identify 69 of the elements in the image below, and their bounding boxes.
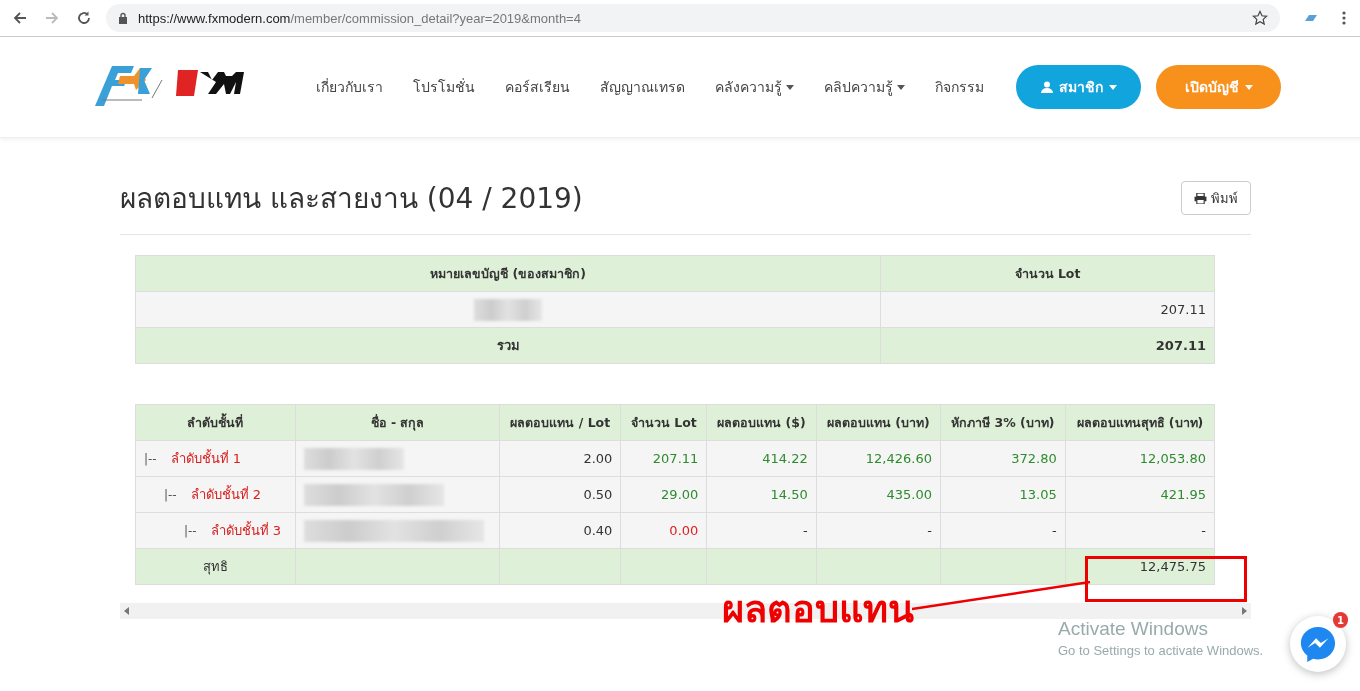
table-cell: 435.00	[816, 476, 941, 513]
tier-label: ลำดับชั้นที่ 1	[170, 451, 242, 466]
printer-icon	[1194, 192, 1207, 204]
nav-link[interactable]: กิจกรรม	[935, 76, 984, 98]
scroll-left-icon[interactable]	[124, 607, 129, 615]
star-icon[interactable]	[1252, 10, 1268, 26]
nav-link[interactable]: เกี่ยวกับเรา	[316, 76, 383, 98]
nav-link[interactable]: คลังความรู้	[715, 76, 794, 98]
table-cell: 207.11	[880, 291, 1215, 328]
table-cell: 14.50	[706, 476, 817, 513]
table-cell: 207.11	[620, 440, 707, 477]
lock-icon	[118, 12, 128, 24]
caret-icon	[897, 84, 905, 90]
table-cell: 372.80	[940, 440, 1066, 477]
table-cell: 414.22	[706, 440, 817, 477]
column-header: ชื่อ - สกุล	[295, 404, 500, 441]
redacted-account-block	[474, 298, 542, 321]
extension-icon[interactable]	[1304, 14, 1318, 22]
nav-link[interactable]: โปรโมชั่น	[413, 76, 475, 98]
annotation-label: ผลตอบแทน	[722, 586, 914, 633]
total-label: รวม	[135, 327, 881, 364]
print-button[interactable]: พิมพ์	[1181, 181, 1251, 215]
table-cell: -	[816, 512, 941, 549]
table-cell: 12,426.60	[816, 440, 941, 477]
caret-icon	[1108, 84, 1117, 90]
table-cell: 12,053.80	[1065, 440, 1215, 477]
column-header: จำนวน Lot	[880, 255, 1215, 292]
address-bar[interactable]: https://www.fxmodern.com/member/commission_detail?year=2019&month=4	[106, 4, 1280, 32]
user-icon	[1040, 81, 1053, 93]
messenger-icon	[1299, 625, 1337, 663]
table-cell: 13.05	[940, 476, 1066, 513]
column-header: ผลตอบแทน ($)	[706, 404, 817, 441]
table-cell: 0.00	[620, 512, 707, 549]
table-cell: 207.11	[880, 327, 1215, 364]
tree-branch-mark: |--	[144, 452, 157, 466]
caret-icon	[786, 84, 794, 90]
table-cell: 2.00	[499, 440, 621, 477]
nav-link[interactable]: สัญญาณเทรด	[600, 76, 685, 98]
caret-icon	[1244, 84, 1253, 90]
column-header: ผลตอบแทนสุทธิ (บาท)	[1065, 404, 1215, 441]
column-header: ลำดับชั้นที่	[135, 404, 296, 441]
back-icon[interactable]	[12, 10, 28, 26]
activation-notice-title: Activate Windows	[1058, 618, 1209, 640]
table-cell: -	[706, 512, 817, 549]
reload-icon[interactable]	[76, 10, 92, 26]
tree-branch-mark: |--	[184, 524, 197, 538]
column-header: หมายเลขบัญชี (ของสมาชิก)	[135, 255, 881, 292]
column-header: หักภาษี 3% (บาท)	[940, 404, 1066, 441]
column-header: ผลตอบแทน / Lot	[499, 404, 621, 441]
table-cell: -	[940, 512, 1066, 549]
table-cell: 0.50	[499, 476, 621, 513]
scroll-right-icon[interactable]	[1242, 607, 1247, 615]
column-header: ผลตอบแทน (บาท)	[816, 404, 941, 441]
table-cell: 421.95	[1065, 476, 1215, 513]
nav-link[interactable]: คอร์สเรียน	[505, 76, 570, 98]
notification-badge: 1	[1333, 612, 1348, 628]
net-label: สุทธิ	[135, 548, 296, 585]
tier-label: ลำดับชั้นที่ 2	[190, 487, 262, 502]
tree-branch-mark: |--	[164, 488, 177, 502]
activation-notice-text: Go to Settings to activate Windows.	[1058, 643, 1264, 658]
table-cell: -	[1065, 512, 1215, 549]
table-cell: 0.40	[499, 512, 621, 549]
table-cell: 29.00	[620, 476, 707, 513]
tier-label: ลำดับชั้นที่ 3	[210, 523, 282, 538]
column-header: จำนวน Lot	[620, 404, 707, 441]
nav-link[interactable]: คลิปความรู้	[824, 76, 905, 98]
page-title: ผลตอบแทน และสายงาน (04 / 2019)	[120, 181, 583, 217]
url-text: https://www.fxmodern.com/member/commission_detail?year=2019&month=4	[138, 10, 582, 26]
menu-icon[interactable]	[1342, 10, 1346, 26]
